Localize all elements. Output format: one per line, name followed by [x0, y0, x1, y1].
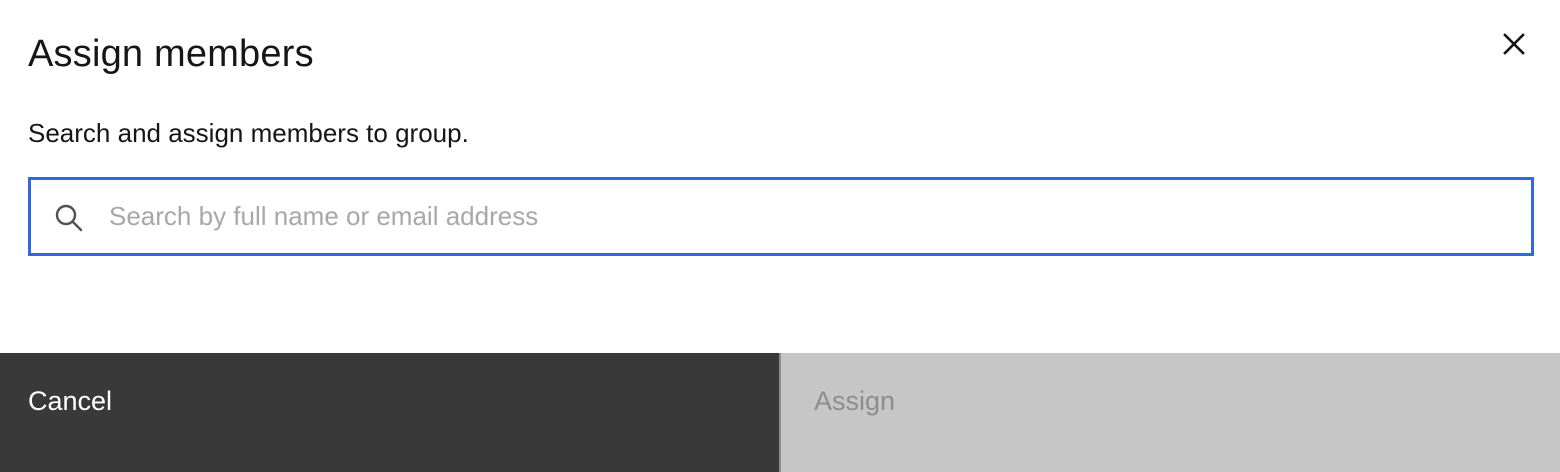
- modal-footer: Cancel Assign: [0, 353, 1560, 472]
- close-icon: [1503, 33, 1525, 55]
- search-icon: [55, 204, 83, 232]
- search-field[interactable]: [28, 177, 1534, 256]
- assign-button-label: Assign: [814, 386, 896, 416]
- modal-subtitle: Search and assign members to group.: [28, 118, 469, 148]
- assign-members-modal: Assign members Search and assign members…: [0, 0, 1560, 472]
- modal-title: Assign members: [28, 33, 314, 75]
- search-input[interactable]: [109, 180, 1509, 253]
- close-button[interactable]: [1496, 26, 1532, 62]
- assign-button[interactable]: Assign: [781, 353, 1560, 472]
- cancel-button-label: Cancel: [28, 386, 113, 416]
- cancel-button[interactable]: Cancel: [0, 353, 779, 472]
